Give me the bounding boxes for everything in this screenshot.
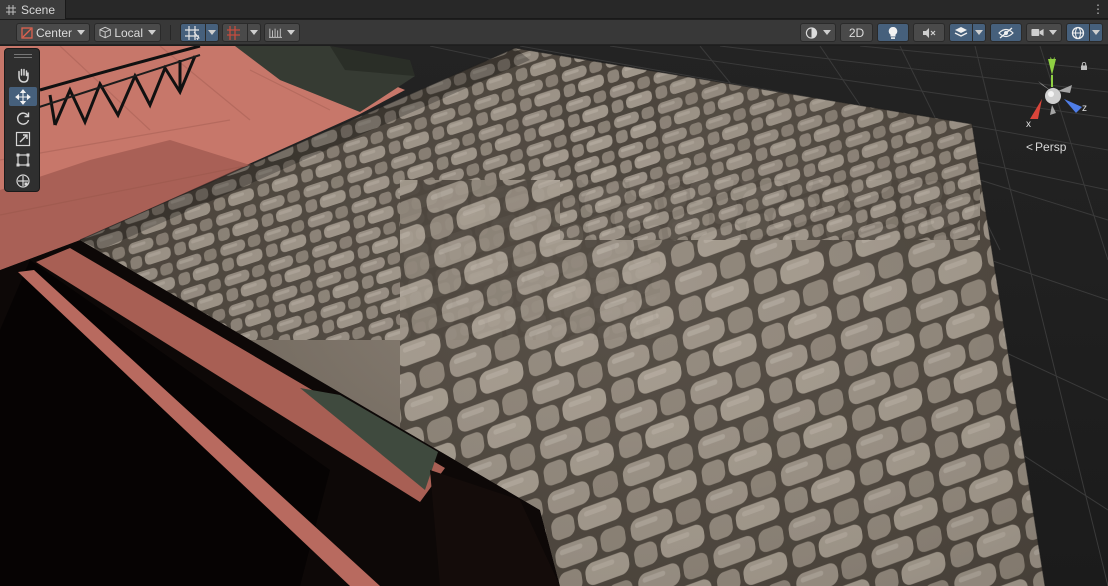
- increment-snap-icon: [227, 25, 240, 40]
- increment-snap-toggle[interactable]: [222, 23, 248, 42]
- tool-palette: [4, 48, 40, 192]
- kebab-menu-icon[interactable]: ⋮: [1092, 1, 1104, 17]
- rect-icon: [16, 153, 30, 166]
- transform-tool-button[interactable]: [9, 171, 37, 190]
- pivot-mode-label: Center: [35, 25, 72, 40]
- chevron-down-icon: [1049, 30, 1057, 35]
- speaker-mute-icon: [923, 27, 936, 38]
- pivot-rotation-dropdown[interactable]: Local: [94, 23, 161, 42]
- grid-snap-dropdown[interactable]: [205, 23, 219, 42]
- lock-icon[interactable]: [1080, 62, 1088, 70]
- scene-toolbar: Center Local 2D: [0, 20, 1108, 45]
- x-axis-label: x: [1026, 119, 1031, 130]
- scene-render[interactable]: [0, 46, 1108, 586]
- increment-snap-dropdown[interactable]: [247, 23, 261, 42]
- transform-icon: [16, 173, 30, 188]
- 2d-mode-toggle[interactable]: 2D: [840, 23, 873, 42]
- vertex-snap-dropdown[interactable]: [264, 23, 300, 42]
- rotate-tool-button[interactable]: [9, 108, 37, 127]
- ruler-icon: [269, 28, 282, 38]
- grid-icon: [6, 4, 16, 15]
- z-axis-cone[interactable]: [1064, 99, 1082, 113]
- 2d-mode-label: 2D: [848, 25, 865, 40]
- gizmo-globe-icon: [1071, 26, 1085, 39]
- gizmos-dropdown[interactable]: [1089, 23, 1103, 42]
- tab-scene[interactable]: Scene: [0, 0, 66, 19]
- scale-icon: [15, 131, 31, 146]
- tab-title: Scene: [21, 2, 56, 17]
- grid-snap-toggle[interactable]: [180, 23, 206, 42]
- draw-mode-dropdown[interactable]: [800, 23, 836, 42]
- projection-prefix: <: [1026, 140, 1034, 154]
- neg-y-cone[interactable]: [1050, 105, 1056, 115]
- effects-layers-icon: [954, 27, 968, 37]
- projection-label: Persp: [1035, 140, 1067, 154]
- shading-sphere-icon: [805, 26, 818, 39]
- gizmos-toggle[interactable]: [1066, 23, 1090, 42]
- chevron-down-icon: [823, 30, 831, 35]
- pivot-icon: [21, 26, 33, 39]
- cube-icon: [99, 26, 111, 39]
- tab-bar: Scene ⋮: [0, 0, 1108, 19]
- chevron-down-icon: [148, 30, 156, 35]
- chevron-down-icon: [208, 30, 216, 35]
- pivot-mode-dropdown[interactable]: Center: [16, 23, 90, 42]
- lighting-toggle[interactable]: [877, 23, 909, 42]
- scale-tool-button[interactable]: [9, 129, 37, 148]
- chevron-down-icon: [250, 30, 258, 35]
- chevron-down-icon: [1092, 30, 1100, 35]
- projection-toggle[interactable]: < Persp: [1026, 140, 1066, 154]
- effects-dropdown[interactable]: [972, 23, 986, 42]
- rotate-icon: [17, 111, 30, 125]
- camera-icon: [1031, 29, 1044, 36]
- chevron-down-icon: [77, 30, 85, 35]
- effects-toggle[interactable]: [949, 23, 973, 42]
- hidden-eye-icon: [998, 27, 1014, 38]
- toolbar-separator: [170, 25, 171, 40]
- grid-snap-icon: [185, 25, 200, 40]
- scene-window: Scene ⋮ Center Local 2D y z x < Persp: [0, 0, 1108, 586]
- chevron-down-icon: [975, 30, 983, 35]
- scene-visibility-toggle[interactable]: [990, 23, 1022, 42]
- move-tool-button[interactable]: [9, 87, 37, 106]
- z-axis-label: z: [1082, 103, 1087, 114]
- hand-icon: [18, 68, 29, 83]
- y-axis-label: y: [1050, 55, 1055, 66]
- bulb-icon: [888, 26, 898, 39]
- x-axis-cone[interactable]: [1030, 99, 1042, 119]
- camera-settings-dropdown[interactable]: [1026, 23, 1062, 42]
- audio-toggle[interactable]: [913, 23, 945, 42]
- hand-tool-button[interactable]: [9, 65, 37, 84]
- chevron-down-icon: [287, 30, 295, 35]
- drag-handle-icon[interactable]: [14, 54, 32, 58]
- move-icon: [15, 88, 31, 105]
- scene-viewport[interactable]: [0, 46, 1108, 586]
- rect-tool-button[interactable]: [9, 150, 37, 169]
- pivot-rotation-label: Local: [114, 25, 143, 40]
- neg-z-cone[interactable]: [1058, 85, 1072, 93]
